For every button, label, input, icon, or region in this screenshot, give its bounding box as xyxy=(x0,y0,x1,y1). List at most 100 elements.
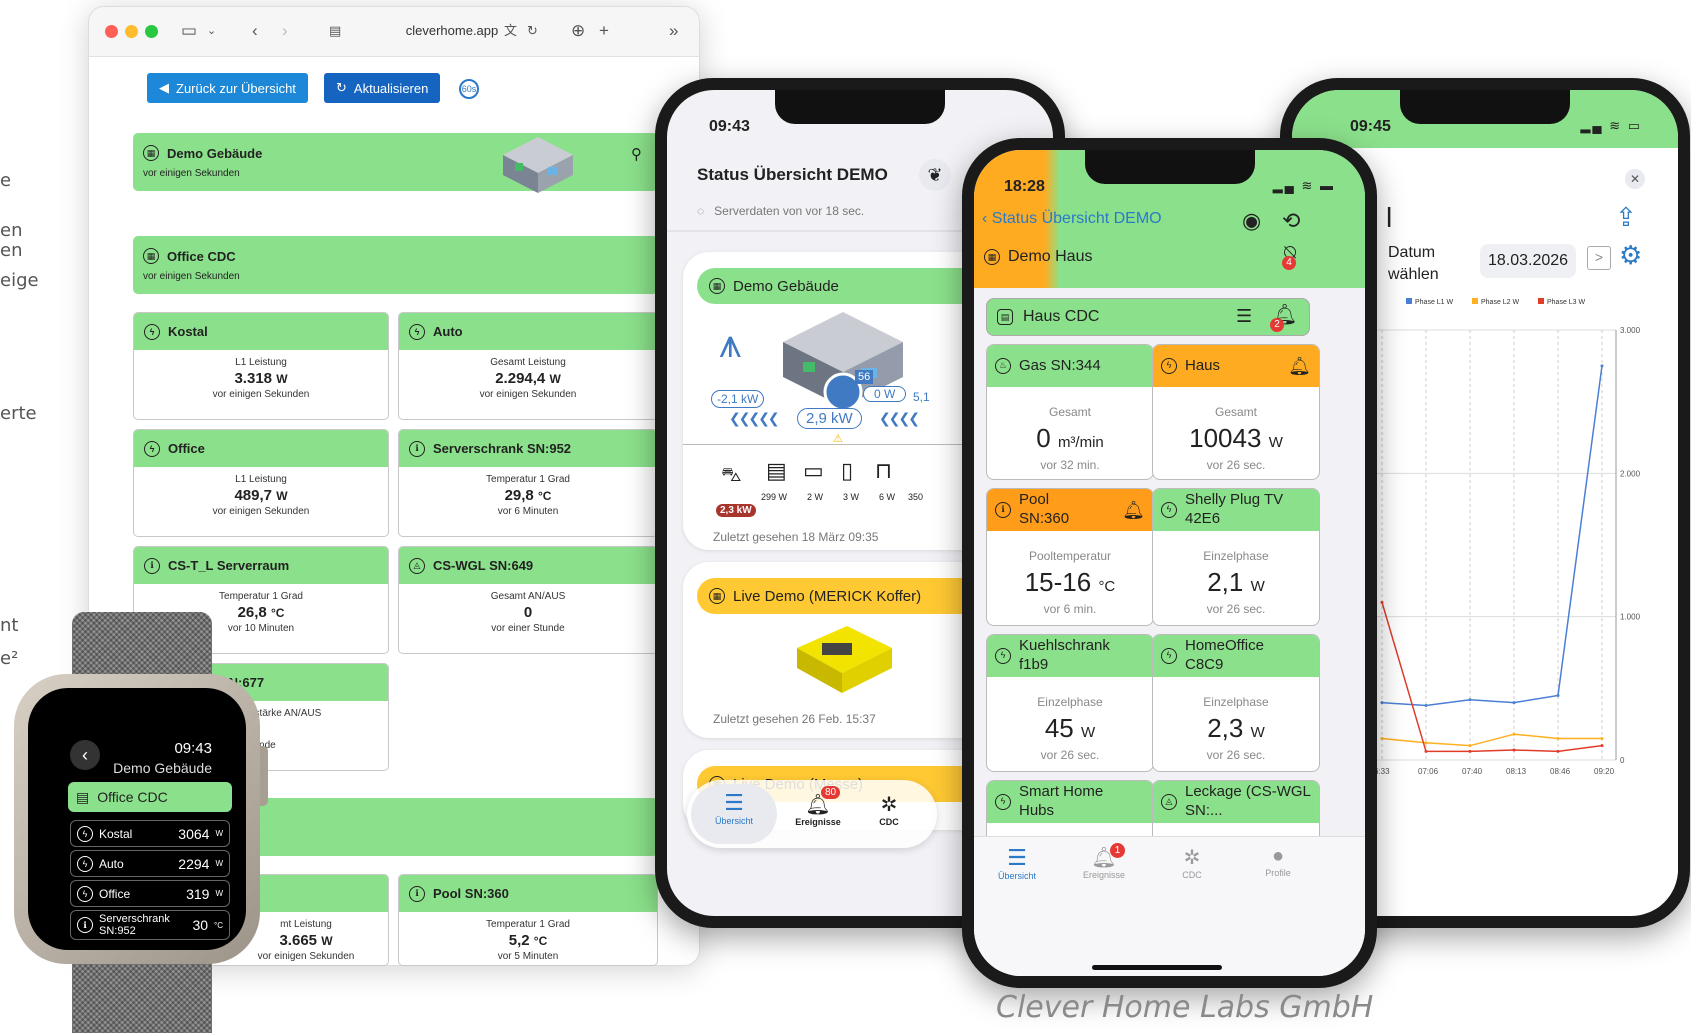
watch-row[interactable]: ϟ Kostal 3064 W xyxy=(70,820,230,847)
status-time: 09:45 xyxy=(1350,118,1391,135)
flame-icon: ♨ xyxy=(995,358,1011,374)
close-icon[interactable]: ✕ xyxy=(1625,169,1645,189)
watch-row[interactable]: ϟ Office 319 W xyxy=(70,880,230,907)
card-time: vor einigen Sekunden xyxy=(257,951,355,962)
tile-title: HomeOffice C8C9 xyxy=(1185,637,1264,673)
tile-shelly-plug[interactable]: ϟ Shelly Plug TV 42E6 Einzelphase 2,1 Wvor … xyxy=(1152,488,1320,626)
device-card-auto[interactable]: ϟ Auto Gesamt Leistung 2.294,4 Wvor einige… xyxy=(398,312,658,420)
zoom-window-button[interactable] xyxy=(145,25,158,38)
overflow-icon[interactable]: » xyxy=(669,21,678,41)
watch-header-item[interactable]: ▤ Office CDC xyxy=(68,782,232,812)
back-icon[interactable]: ‹ xyxy=(252,21,258,41)
card-label: L1 Leistung xyxy=(235,357,287,368)
tab-overview[interactable]: ☰ Übersicht xyxy=(691,784,777,844)
next-day-icon[interactable]: > xyxy=(1587,246,1611,270)
download-icon[interactable]: ⊕ xyxy=(571,21,585,41)
card-time: vor 6 Minuten xyxy=(497,506,559,517)
battery-percent: 56 xyxy=(855,370,874,384)
leaf-icon[interactable]: ❦ xyxy=(919,159,951,191)
minimize-window-button[interactable] xyxy=(125,25,138,38)
tile-unit: W xyxy=(1268,434,1283,451)
date-label: Datum wählen xyxy=(1388,244,1439,283)
tile-haus[interactable]: ϟ Haus 🔔︎ Gesamt 10043 Wvor 26 sec. xyxy=(1152,344,1320,480)
building-row-demo[interactable]: ▦ Demo Gebäude vor einigen Sekunden ⚲ xyxy=(133,133,658,193)
address-bar[interactable]: cleverhome.app xyxy=(392,23,512,38)
reload-icon[interactable]: ↻ xyxy=(527,21,538,41)
watch-row[interactable]: ℹ Serverschrank SN:952 30 °C xyxy=(70,910,230,940)
cdc-icon: ▤ xyxy=(76,788,90,805)
thermometer-icon: ℹ xyxy=(144,557,160,574)
device-card-kostal[interactable]: ϟ Kostal L1 Leistung 3.318 Wvor einigen Se… xyxy=(133,312,389,420)
card-value: 0 xyxy=(523,604,533,621)
tile-unit: m³/min xyxy=(1057,434,1104,451)
bell-alert-icon[interactable]: 🔔︎ xyxy=(1288,355,1311,378)
lightning-icon: ϟ xyxy=(995,648,1011,664)
refresh-button[interactable]: ↻ Aktualisieren xyxy=(324,73,441,103)
forward-icon[interactable]: › xyxy=(282,21,288,41)
card-time: vor 5 Minuten xyxy=(497,951,559,962)
watch-time: 09:43 xyxy=(174,740,212,757)
card-title: Office xyxy=(168,441,205,456)
translate-icon[interactable]: 文 xyxy=(504,21,517,41)
edge-text: en xyxy=(0,240,23,261)
tile-value: 15-16 xyxy=(1024,567,1092,597)
tab-cdc[interactable]: ✲ CDC xyxy=(859,784,919,844)
back-link[interactable]: Status Übersicht DEMO xyxy=(992,210,1162,227)
battery-power: 0 W xyxy=(863,386,907,402)
spinner-icon: ◌ xyxy=(697,204,705,218)
card-label: Temperatur 1 Grad xyxy=(486,474,570,485)
series-line-3 xyxy=(1381,602,1603,753)
cdc-header[interactable]: ▤ Haus CDC xyxy=(986,298,1310,336)
tab-events[interactable]: 🔔︎ Ereignisse 80 xyxy=(783,784,853,844)
desk-icon: ⊓ xyxy=(875,458,893,483)
new-tab-icon[interactable]: + xyxy=(599,21,609,41)
tile-label: Gesamt xyxy=(1214,405,1257,419)
tile-gas[interactable]: ♨ Gas SN:344 Gesamt 0 m³/min vor 32 min. xyxy=(986,344,1154,480)
tab-cdc[interactable]: ✲ CDC xyxy=(1170,845,1214,880)
back-circle-icon: ◀ xyxy=(159,80,169,95)
device-card-serverschrank[interactable]: ℹ Serverschrank SN:952 Temperatur 1 Grad 2… xyxy=(398,429,658,537)
tv-icon: ▭ xyxy=(803,458,824,483)
building-row-office[interactable]: ▦ Office CDC vor einigen Sekunden xyxy=(133,236,658,294)
y-tick-label: 3.000 xyxy=(1620,326,1641,335)
tile-title: Leckage (CS-WGL SN:... xyxy=(1185,783,1311,819)
lightning-icon: ϟ xyxy=(77,885,93,902)
history-icon[interactable]: ⟲ xyxy=(1282,208,1300,234)
chevron-down-icon[interactable]: ⌄ xyxy=(207,21,216,41)
device-card-cs-wgl[interactable]: ◬ CS-WGL SN:649 Gesamt AN/AUS 0 vor einer … xyxy=(398,546,658,654)
device-card-office[interactable]: ϟ Office L1 Leistung 489,7 Wvor einigen Se… xyxy=(133,429,389,537)
tile-value: 10043 xyxy=(1189,423,1262,453)
sidebar-icon[interactable]: ▭ xyxy=(181,21,197,41)
watch-row[interactable]: ϟ Auto 2294 W xyxy=(70,850,230,877)
card-label: Temperatur 1 Grad xyxy=(219,591,303,602)
house-name: Demo Haus xyxy=(1008,248,1093,265)
tile-label: Einzelphase xyxy=(1037,695,1103,709)
data-point xyxy=(1380,701,1384,705)
tile-title: Smart Home Hubs xyxy=(1019,783,1104,819)
share-icon[interactable]: ⇪ xyxy=(1615,202,1637,233)
tab-profile[interactable]: ● Profile xyxy=(1256,845,1300,878)
auto-refresh-timer[interactable]: 60s xyxy=(459,79,479,99)
data-point xyxy=(1468,744,1472,748)
device-card-pool[interactable]: ℹ Pool SN:360 Temperatur 1 Grad 5,2 °C vor … xyxy=(398,874,658,966)
tile-pool[interactable]: ℹ Pool SN:360 🔔︎ Pooltemperatur 15-16 °C vor … xyxy=(986,488,1154,626)
tab-events[interactable]: 🔔︎ Ereignisse 1 xyxy=(1076,843,1132,880)
lightning-icon: ϟ xyxy=(1161,502,1177,518)
tab-overview[interactable]: ☰ Übersicht xyxy=(992,845,1042,881)
tile-kuehlschrank[interactable]: ϟ Kuehlschrank f1b9 Einzelphase 45 Wvor 26 … xyxy=(986,634,1154,772)
back-chevron-icon[interactable]: ‹ xyxy=(982,210,987,227)
close-window-button[interactable] xyxy=(105,25,118,38)
card-value: 29,8 xyxy=(504,487,534,504)
location-pin-icon[interactable]: ⚲ xyxy=(631,145,642,163)
series-line-1 xyxy=(1381,365,1603,707)
eye-icon[interactable]: ◉ xyxy=(1242,208,1261,234)
back-chevron-icon[interactable]: ‹ xyxy=(70,740,100,770)
tile-homeoffice[interactable]: ϟ HomeOffice C8C9 Einzelphase 2,3 Wvor 26 s… xyxy=(1152,634,1320,772)
filter-icon[interactable]: ☰ xyxy=(1236,306,1252,327)
building-pill: ▦ Live Demo (MERICK Koffer) xyxy=(697,578,997,614)
back-to-overview-button[interactable]: ◀ Zurück zur Übersicht xyxy=(147,73,308,103)
watch-row-value: 3064 xyxy=(178,825,210,842)
bell-alert-icon[interactable]: 🔔︎ xyxy=(1122,499,1145,522)
settings-icon[interactable]: ⚙ xyxy=(1619,240,1642,271)
date-picker[interactable]: 18.03.2026 xyxy=(1480,244,1576,278)
